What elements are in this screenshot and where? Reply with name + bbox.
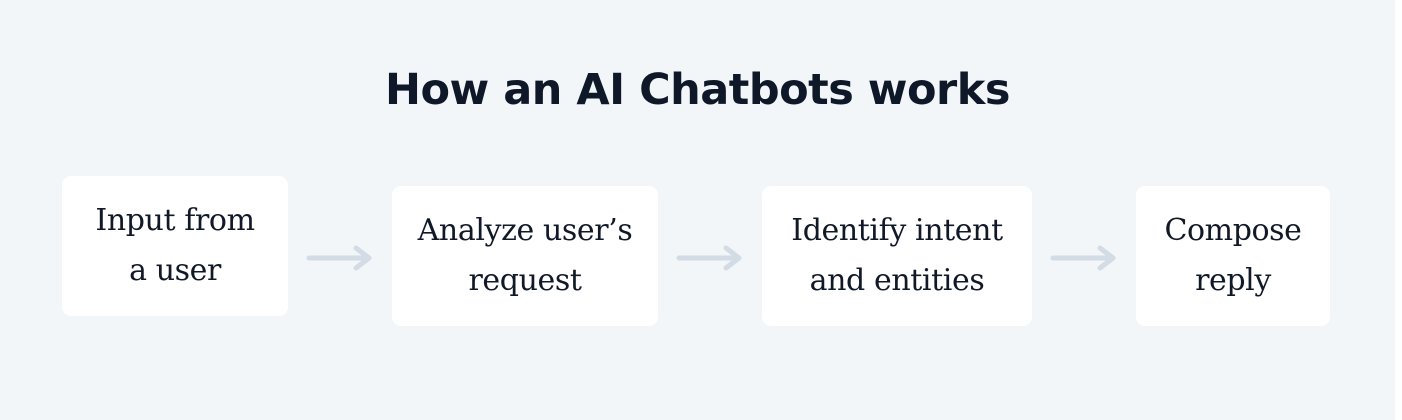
step-analyze-request: Analyze user’s request <box>392 186 658 326</box>
step-label: Compose reply <box>1164 206 1301 306</box>
step-label-line-2: and entities <box>809 263 985 298</box>
step-label: Input from a user <box>95 196 255 296</box>
step-label-line-2: a user <box>129 253 221 288</box>
step-label: Analyze user’s request <box>418 206 633 306</box>
step-label-line-1: Identify intent <box>791 213 1003 248</box>
step-identify-intent: Identify intent and entities <box>762 186 1032 326</box>
step-label-line-1: Compose <box>1164 213 1302 248</box>
diagram-canvas: How an AI Chatbots works Input from a use… <box>0 0 1395 420</box>
arrow-right-icon <box>1050 245 1116 271</box>
step-label-line-1: Analyze user’s <box>417 213 633 248</box>
arrow-right-icon <box>306 245 372 271</box>
step-label-line-2: reply <box>1195 263 1271 298</box>
step-label-line-2: request <box>468 263 582 298</box>
diagram-title: How an AI Chatbots works <box>385 65 1010 115</box>
step-compose-reply: Compose reply <box>1136 186 1330 326</box>
step-label: Identify intent and entities <box>791 206 1003 306</box>
step-input-from-user: Input from a user <box>62 176 288 316</box>
arrow-right-icon <box>676 245 742 271</box>
step-label-line-1: Input from <box>95 203 255 238</box>
